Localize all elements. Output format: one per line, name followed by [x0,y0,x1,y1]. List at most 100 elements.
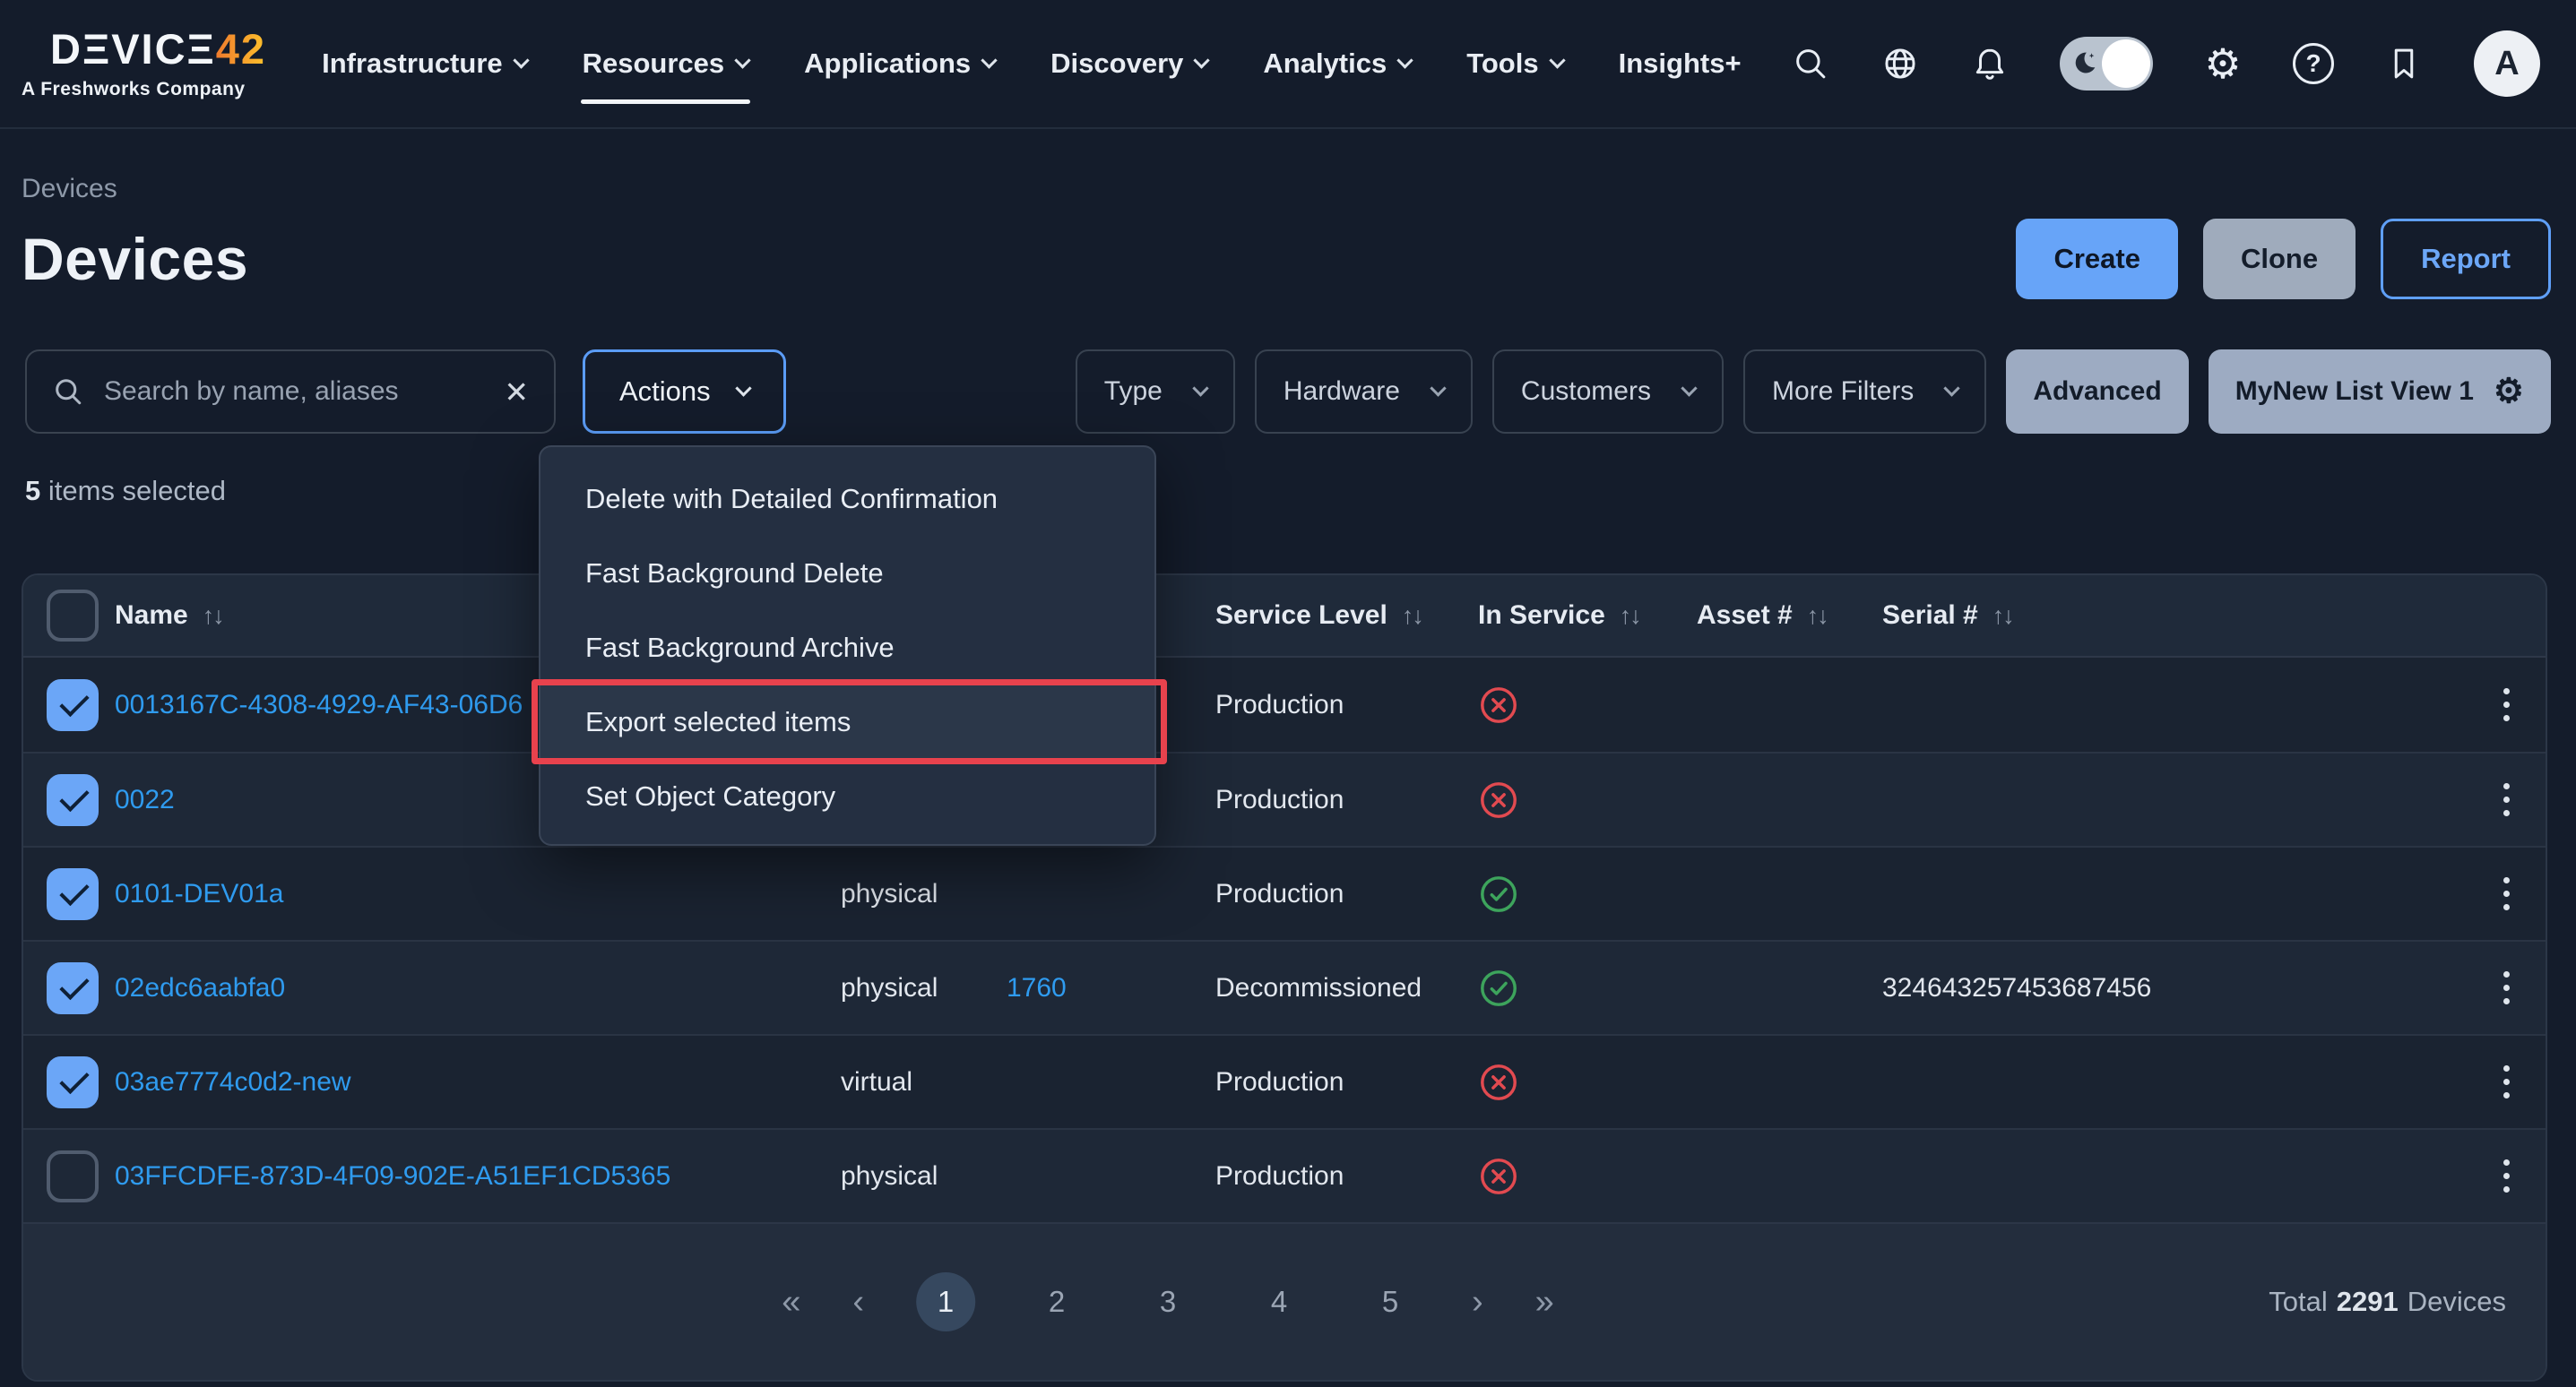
service-level: Production [1215,690,1478,720]
total-count: Total 2291 Devices [2269,1286,2546,1318]
filter-dropdown[interactable]: Hardware [1255,349,1473,434]
menu-item[interactable]: Set Object Category [540,759,1154,833]
menu-item[interactable]: Fast Background Delete [540,536,1154,610]
list-view-button[interactable]: MyNew List View 1 ⚙ [2209,349,2551,434]
page-header: Devices Devices Create Clone Report [0,129,2576,299]
menu-item[interactable]: Delete with Detailed Confirmation [540,461,1154,536]
total-number: 2291 [2337,1286,2399,1318]
table-row[interactable]: 02edc6aabfa0 physical 1760 Decommissione… [23,940,2546,1034]
actions-label: Actions [619,375,711,408]
column-header-serial[interactable]: Serial # ↑↓ [1882,600,2384,631]
globe-icon[interactable] [1880,44,1920,83]
row-checkbox[interactable] [47,1056,99,1108]
column-header-service-level[interactable]: Service Level ↑↓ [1215,600,1478,631]
row-checkbox[interactable] [47,868,99,920]
row-checkbox[interactable] [47,679,99,731]
search-icon[interactable] [1791,44,1830,83]
device-name-link[interactable]: 03FFCDFE-873D-4F09-902E-A51EF1CD5365 [115,1161,841,1192]
page-number-button[interactable]: 1 [916,1272,975,1331]
previous-page-button[interactable]: ‹ [852,1283,864,1322]
table-row[interactable]: 03ae7774c0d2-new virtual Production [23,1034,2546,1128]
clear-search-icon[interactable]: ✕ [504,375,529,409]
chevron-down-icon [1194,52,1210,68]
page-number-button[interactable]: 2 [1027,1272,1086,1331]
bookmark-icon[interactable] [2384,44,2424,83]
report-button[interactable]: Report [2381,219,2551,299]
sort-icon[interactable]: ↑↓ [1620,602,1640,630]
nav-item[interactable]: Discovery [1050,0,1207,127]
table-row[interactable]: 0013167C-4308-4929-AF43-06D6 Production [23,658,2546,752]
select-all-checkbox[interactable] [47,590,99,642]
row-actions-kebab-menu[interactable] [2503,688,2546,721]
view-settings-gear-icon[interactable]: ⚙ [2494,375,2524,409]
advanced-filter-button[interactable]: Advanced [2006,349,2188,434]
selection-status: 5 items selected [25,475,2551,507]
sort-icon[interactable]: ↑↓ [203,602,223,630]
nav-item[interactable]: Resources [583,0,749,127]
nav-item[interactable]: Infrastructure [322,0,527,127]
device-type: virtual [841,1067,1007,1098]
nav-item[interactable]: Tools [1466,0,1562,127]
service-level: Production [1215,785,1478,815]
filter-dropdown[interactable]: More Filters [1743,349,1986,434]
actions-dropdown-menu: Delete with Detailed Confirmation Fast B… [539,445,1156,846]
last-page-button[interactable]: » [1535,1283,1554,1322]
first-page-button[interactable]: « [782,1283,800,1322]
column-header-asset[interactable]: Asset # ↑↓ [1697,600,1882,631]
device-ports-link[interactable]: 1760 [1007,973,1215,1004]
column-header-in-service[interactable]: In Service ↑↓ [1478,600,1697,631]
device42-logo[interactable]: DΞVICΞ42 A Freshworks Company [22,28,266,100]
row-checkbox[interactable] [47,774,99,826]
sort-icon[interactable]: ↑↓ [1993,602,2013,630]
page-number-button[interactable]: 4 [1249,1272,1309,1331]
notifications-bell-icon[interactable] [1970,44,2010,83]
menu-item[interactable]: Fast Background Archive [540,610,1154,685]
filter-dropdown[interactable]: Customers [1492,349,1724,434]
theme-toggle[interactable] [2060,37,2153,90]
sort-icon[interactable]: ↑↓ [1402,602,1422,630]
user-avatar[interactable]: A [2474,30,2540,97]
table-row[interactable]: 0101-DEV01a physical Production [23,846,2546,940]
page-number-button[interactable]: 3 [1138,1272,1197,1331]
chevron-down-icon [981,52,997,68]
menu-item[interactable]: Export selected items [540,685,1154,759]
nav-item[interactable]: Applications [804,0,995,127]
nav-item[interactable]: Analytics [1263,0,1411,127]
device-name-link[interactable]: 02edc6aabfa0 [115,973,841,1004]
nav-item[interactable]: Insights+ [1619,0,1742,127]
chevron-down-icon [1681,380,1697,396]
row-actions-kebab-menu[interactable] [2503,971,2546,1004]
row-checkbox[interactable] [47,962,99,1014]
sort-icon[interactable]: ↑↓ [1807,602,1828,630]
row-actions-kebab-menu[interactable] [2503,1065,2546,1098]
filter-chips: Type Hardware Customers More Filters [1076,349,1987,434]
clone-button[interactable]: Clone [2203,219,2356,299]
chevron-down-icon [1397,52,1413,68]
top-navigation-bar: DΞVICΞ42 A Freshworks Company Infrastruc… [0,0,2576,129]
settings-gear-icon[interactable]: ⚙ [2203,44,2243,83]
in-service-status-icon [1478,968,1697,1009]
chevron-down-icon [734,52,750,68]
breadcrumb[interactable]: Devices [22,174,2551,204]
next-page-button[interactable]: › [1472,1283,1483,1322]
help-icon[interactable]: ? [2293,43,2334,84]
row-actions-kebab-menu[interactable] [2503,783,2546,816]
row-checkbox[interactable] [47,1150,99,1202]
table-row[interactable]: 0022 Production [23,752,2546,846]
page-number-button[interactable]: 5 [1361,1272,1420,1331]
main-nav: Infrastructure Resources Applications Di… [322,0,1741,127]
page-numbers: 12345 [916,1272,1420,1331]
table-row[interactable]: 03FFCDFE-873D-4F09-902E-A51EF1CD5365 phy… [23,1128,2546,1222]
table-header-row: Name ↑↓ Service Level ↑↓ In Service ↑↓ A… [23,575,2546,656]
device-name-link[interactable]: 0101-DEV01a [115,879,841,909]
search-box[interactable]: ✕ [25,349,556,434]
search-input[interactable] [104,376,484,407]
row-actions-kebab-menu[interactable] [2503,877,2546,910]
chevron-down-icon [1192,380,1208,396]
row-actions-kebab-menu[interactable] [2503,1159,2546,1193]
create-button[interactable]: Create [2016,219,2178,299]
actions-dropdown-button[interactable]: Actions [583,349,786,434]
in-service-status-icon [1478,685,1697,726]
filter-dropdown[interactable]: Type [1076,349,1235,434]
device-name-link[interactable]: 03ae7774c0d2-new [115,1067,841,1098]
